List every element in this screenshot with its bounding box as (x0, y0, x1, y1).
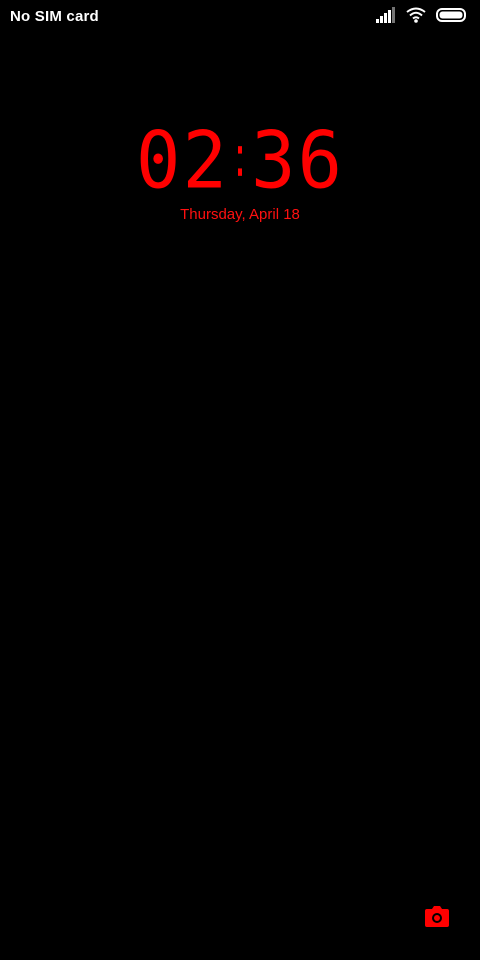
clock-separator (229, 129, 251, 193)
clock-date: Thursday, April 18 (180, 206, 300, 223)
clock-minutes: 36 (251, 115, 345, 207)
lockscreen-clock: 02 36 Thursday, April 18 (0, 122, 480, 223)
clock-time: 02 36 (136, 122, 344, 200)
lock-screen: No SIM card 02 36 Thursday, April 18 (0, 0, 480, 960)
status-bar: No SIM card (0, 0, 480, 36)
status-icons (376, 6, 468, 28)
clock-hours: 02 (135, 115, 229, 207)
wifi-icon (406, 7, 426, 28)
camera-shortcut-button[interactable] (424, 906, 450, 930)
battery-icon (436, 7, 468, 28)
signal-icon (376, 6, 396, 28)
carrier-label: No SIM card (10, 8, 99, 25)
camera-icon (424, 906, 450, 932)
